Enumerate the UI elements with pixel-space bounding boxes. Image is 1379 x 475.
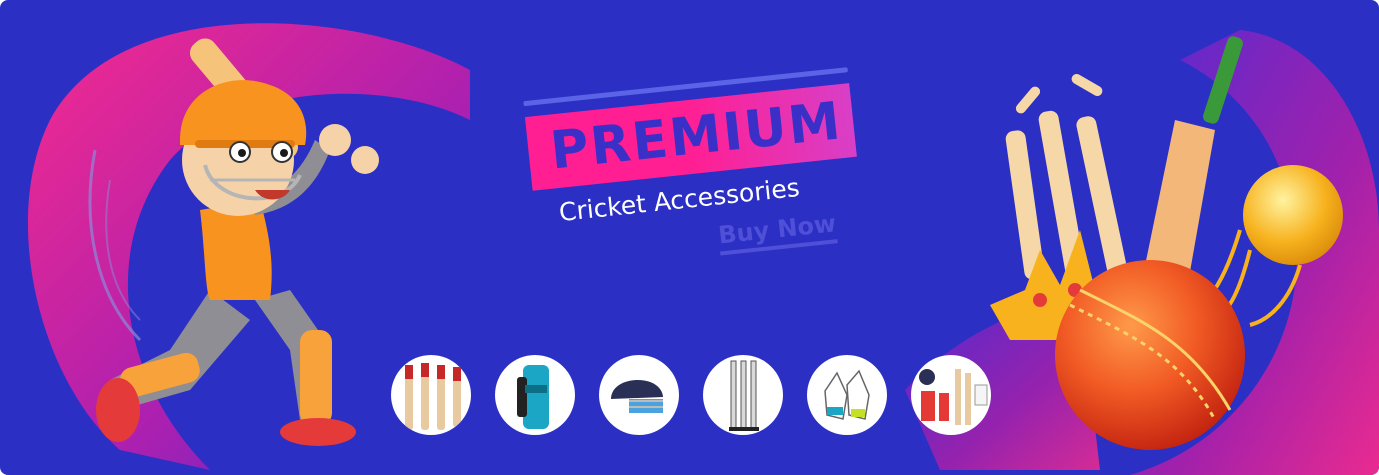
helmet-thumbnail[interactable] <box>599 355 679 435</box>
cricket-bats-thumbnail[interactable] <box>391 355 471 435</box>
full-kit-thumbnail[interactable] <box>911 355 991 435</box>
headline-block: PREMIUM Cricket Accessories Buy Now <box>515 43 885 288</box>
gloves-thumbnail[interactable] <box>807 355 887 435</box>
stumps-thumbnail[interactable] <box>703 355 783 435</box>
hero-banner: PREMIUM Cricket Accessories Buy Now <box>0 0 1379 475</box>
premium-label: PREMIUM <box>547 91 845 182</box>
buy-now-link[interactable]: Buy Now <box>716 209 838 256</box>
kit-bag-thumbnail[interactable] <box>495 355 575 435</box>
